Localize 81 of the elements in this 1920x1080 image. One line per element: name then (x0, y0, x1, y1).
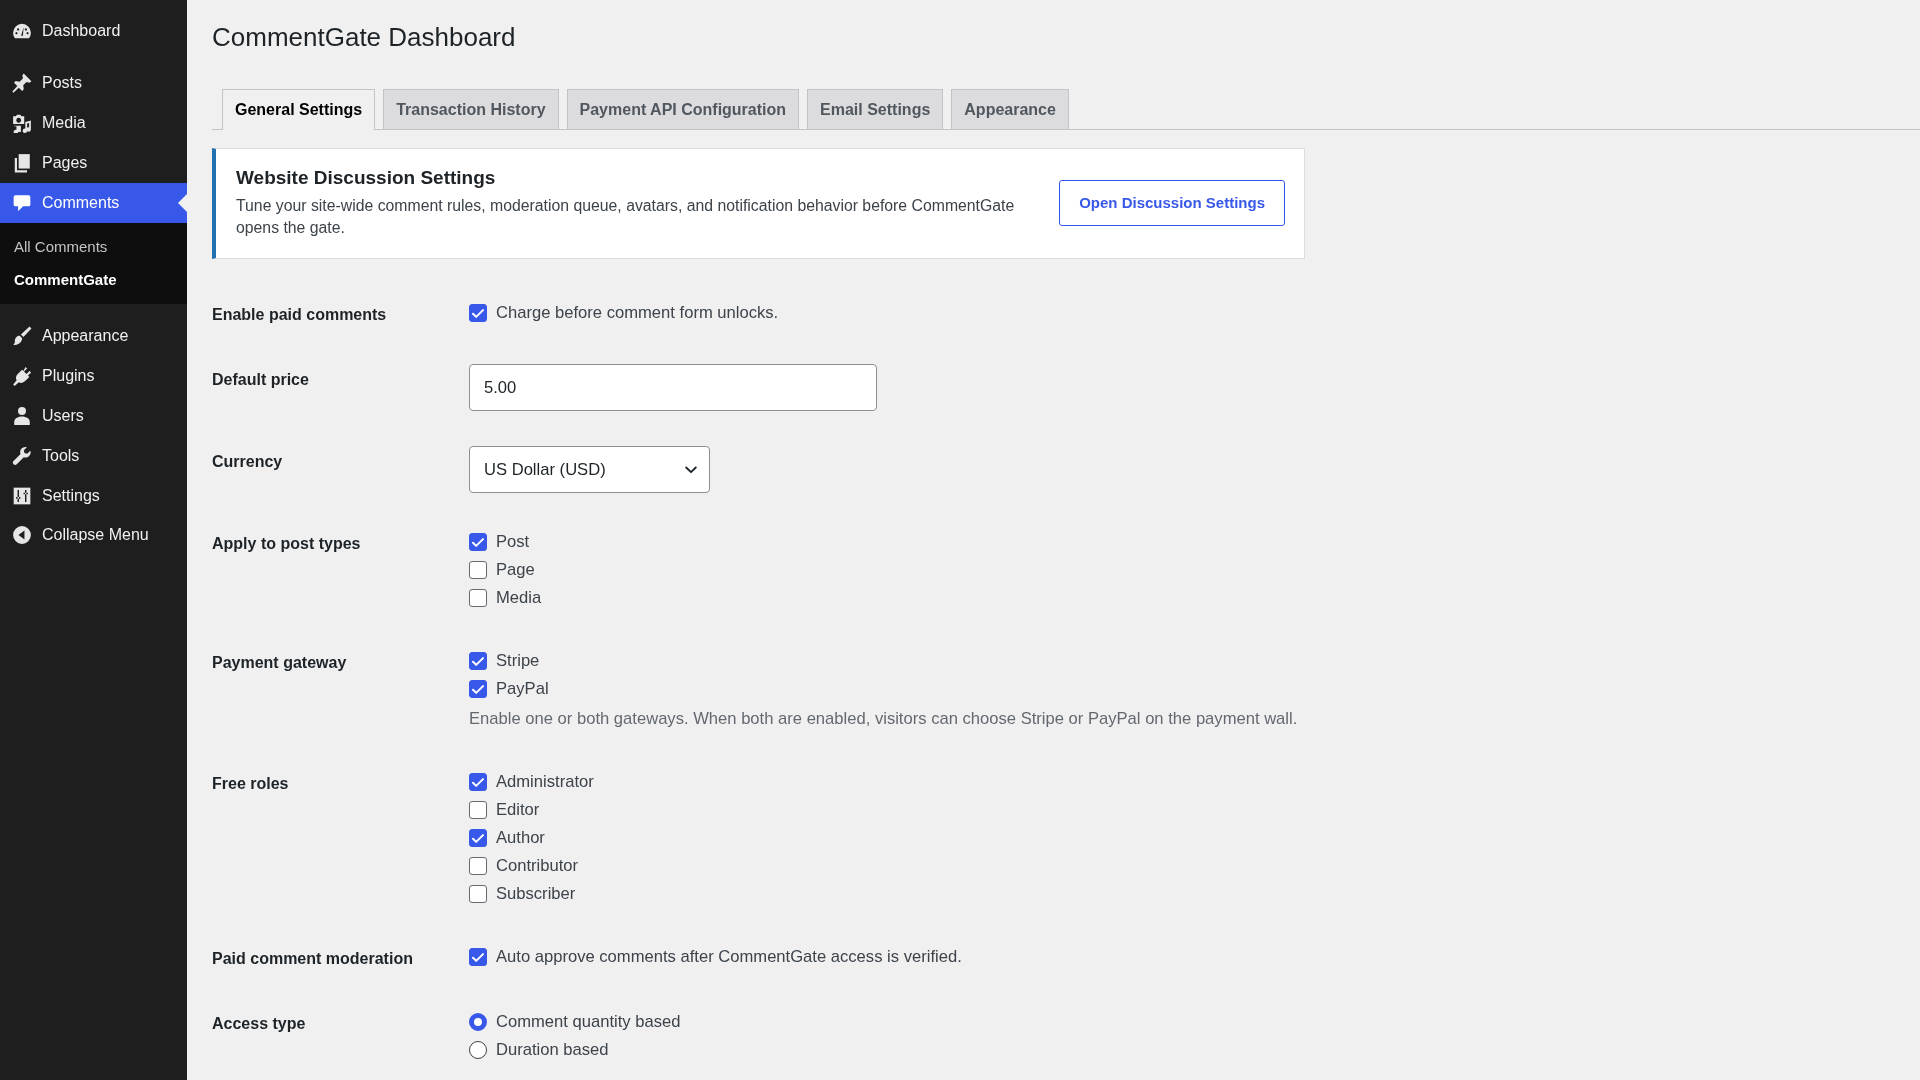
checkbox-label: Stripe (496, 651, 540, 671)
checkbox[interactable] (469, 589, 487, 607)
checkbox-label: Charge before comment form unlocks. (496, 303, 779, 323)
checkmark-icon (472, 833, 484, 843)
current-pointer-icon (178, 194, 187, 212)
menu-item[interactable]: Tools (0, 436, 187, 476)
menu-item[interactable]: Pages (0, 143, 187, 183)
tab[interactable]: Transaction History (383, 89, 559, 129)
notice-description: Tune your site-wide comment rules, moderation queue, avatars, and notification behavior before CommentGate opens the gate. (236, 196, 1016, 238)
checkbox-label: Administrator (496, 772, 594, 792)
speech-bubble-icon (12, 193, 32, 213)
notice-title: Website Discussion Settings (236, 166, 497, 190)
checkbox[interactable] (469, 857, 487, 875)
collapse-menu-button[interactable]: Collapse Menu (0, 515, 187, 555)
field-label: Access type (212, 1014, 306, 1034)
checkbox-label: Subscriber (496, 884, 576, 904)
checkbox-label: Author (496, 828, 545, 848)
pushpin-icon (12, 73, 32, 93)
checkbox[interactable] (469, 561, 487, 579)
user-icon (12, 406, 32, 426)
plug-icon (12, 366, 32, 386)
checkbox-label: Post (496, 532, 530, 552)
field-label: Paid comment moderation (212, 949, 413, 969)
checkbox[interactable] (469, 885, 487, 903)
checkbox-label: Media (496, 588, 542, 608)
tab[interactable]: Payment API Configuration (566, 89, 800, 129)
checkbox-label: PayPal (496, 679, 549, 699)
checkbox[interactable] (469, 829, 487, 847)
radio-button[interactable] (469, 1013, 487, 1031)
input-field[interactable]: 5.00 (469, 364, 877, 411)
page-title: CommentGate Dashboard (212, 21, 516, 53)
tab[interactable]: General Settings (222, 89, 376, 130)
field-label: Apply to post types (212, 534, 361, 554)
select-field[interactable]: US Dollar (USD) (469, 446, 710, 493)
menu-item[interactable]: Posts (0, 63, 187, 103)
wrench-icon (12, 446, 32, 466)
checkbox-label: Editor (496, 800, 540, 820)
checkbox[interactable] (469, 948, 487, 966)
menu-item[interactable]: Plugins (0, 356, 187, 396)
menu-item[interactable]: Media (0, 103, 187, 143)
checkmark-icon (472, 952, 484, 962)
checkbox-label: Page (496, 560, 535, 580)
field-label: Currency (212, 452, 283, 472)
menu-item[interactable]: Users (0, 396, 187, 436)
checkmark-icon (472, 684, 484, 694)
gauge-icon (12, 21, 32, 41)
field-label: Enable paid comments (212, 305, 387, 325)
checkmark-icon (472, 537, 484, 547)
field-label: Payment gateway (212, 653, 347, 673)
checkbox[interactable] (469, 533, 487, 551)
checkbox[interactable] (469, 773, 487, 791)
checkmark-icon (472, 656, 484, 666)
checkbox[interactable] (469, 304, 487, 322)
radio-label: Duration based (496, 1040, 609, 1060)
sliders-icon (12, 486, 32, 506)
collapse-arrow-icon (12, 525, 32, 545)
checkmark-icon (472, 308, 484, 318)
checkbox-label: Auto approve comments after CommentGate access is verified. (496, 947, 962, 967)
radio-button[interactable] (469, 1041, 487, 1059)
checkbox[interactable] (469, 680, 487, 698)
menu-item[interactable]: Settings (0, 476, 187, 516)
radio-label: Comment quantity based (496, 1012, 681, 1032)
submenu-item[interactable]: CommentGate (0, 263, 187, 296)
field-label: Default price (212, 370, 309, 390)
help-text: Enable one or both gateways. When both are enabled, visitors can choose Stripe or PayPal on the payment wall. (469, 708, 1298, 730)
menu-item[interactable]: Appearance (0, 316, 187, 356)
tab[interactable]: Appearance (951, 89, 1069, 129)
camera-note-icon (12, 113, 32, 133)
checkbox[interactable] (469, 801, 487, 819)
field-label: Free roles (212, 774, 289, 794)
chevron-down-icon (685, 465, 697, 474)
pages-icon (12, 153, 32, 173)
checkmark-icon (472, 777, 484, 787)
paintbrush-icon (12, 326, 32, 346)
checkbox[interactable] (469, 652, 487, 670)
open-settings-button[interactable]: Open Discussion Settings (1059, 179, 1285, 226)
tab[interactable]: Email Settings (807, 89, 944, 129)
menu-item[interactable]: Comments (0, 183, 187, 223)
checkbox-label: Contributor (496, 856, 579, 876)
submenu-item[interactable]: All Comments (0, 230, 187, 263)
menu-item[interactable]: Dashboard (0, 11, 187, 51)
